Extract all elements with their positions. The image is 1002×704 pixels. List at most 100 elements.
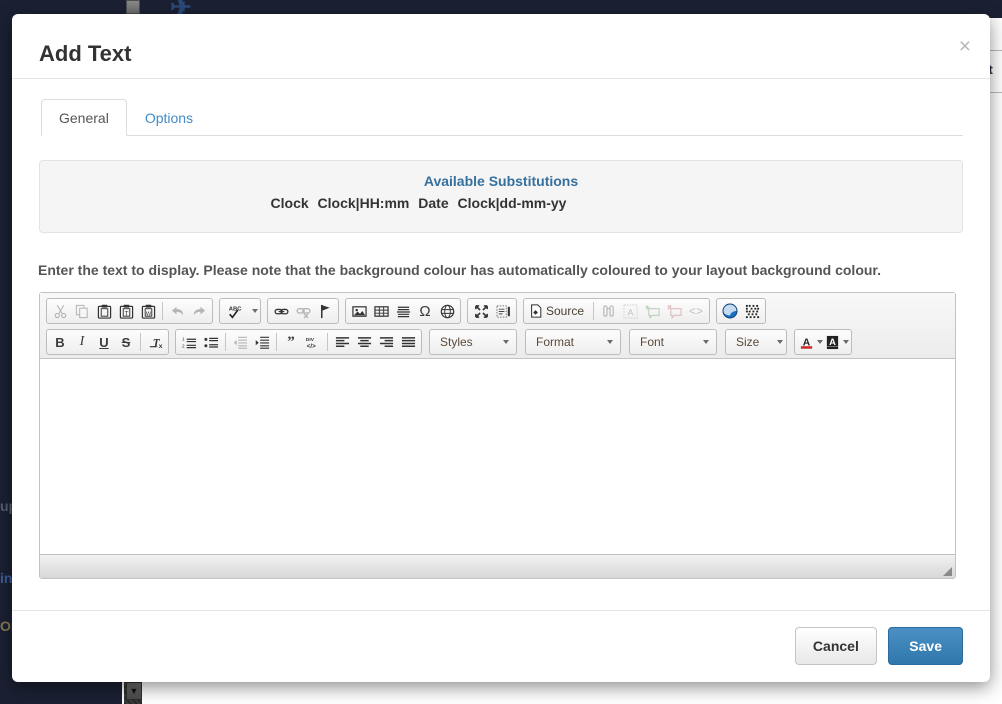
editor-content-area[interactable] [40, 359, 955, 554]
source-button[interactable]: ◆ Source [526, 300, 590, 322]
substitution-item[interactable]: Clock|dd-mm-yy [458, 195, 567, 211]
scroll-down-arrow-icon[interactable]: ▼ [126, 682, 142, 700]
toolbar-group-extras [716, 298, 767, 324]
paste-icon[interactable] [93, 300, 115, 322]
font-dropdown[interactable]: Font [629, 329, 717, 355]
paste-text-icon[interactable]: T [115, 300, 137, 322]
chevron-down-icon [503, 340, 509, 344]
substitution-item[interactable]: Clock|HH:mm [318, 195, 410, 211]
chevron-down-icon[interactable] [843, 340, 849, 344]
undo-icon[interactable] [166, 300, 188, 322]
substitution-item[interactable]: Clock [271, 195, 309, 211]
show-blocks-icon[interactable] [492, 300, 514, 322]
editor-toolbar-row-1: T W ABC Ω ◆ Source A <> [43, 297, 952, 325]
numbered-list-icon[interactable]: 12 [178, 331, 200, 353]
remove-format-icon[interactable]: Tx [144, 331, 166, 353]
modal-body: General Options Available Substitutions … [12, 79, 990, 609]
size-dropdown[interactable]: Size [725, 329, 787, 355]
bulleted-list-icon[interactable] [200, 331, 222, 353]
svg-text:2: 2 [182, 343, 185, 348]
align-right-icon[interactable] [375, 331, 397, 353]
help-text: Enter the text to display. Please note t… [38, 262, 881, 278]
anchor-icon[interactable] [314, 300, 336, 322]
svg-text:x: x [158, 343, 162, 350]
toolbar-group-tools [467, 298, 517, 324]
find-icon[interactable] [597, 300, 619, 322]
svg-text:1: 1 [182, 336, 185, 341]
svg-text:A: A [627, 307, 633, 317]
editor-resize-handle[interactable] [943, 567, 952, 576]
align-left-icon[interactable] [331, 331, 353, 353]
bg-color-icon[interactable]: A [823, 331, 841, 353]
cancel-button[interactable]: Cancel [794, 627, 877, 665]
special-char-icon[interactable]: Ω [414, 300, 436, 322]
svg-text:W: W [145, 311, 151, 317]
modal-footer: Cancel Save [12, 610, 990, 682]
editor-toolbar-row-2: B I U S Tx 12 ” DIV </> Styles Format Fo… [43, 328, 952, 356]
table-icon[interactable] [370, 300, 392, 322]
redo-icon[interactable] [188, 300, 210, 322]
toolbar-group-paragraph: 12 ” DIV </> [175, 329, 422, 355]
iframe-icon[interactable] [436, 300, 458, 322]
font-dropdown-label: Font [640, 335, 665, 349]
spellcheck-icon[interactable]: ABC [222, 300, 250, 322]
strike-icon[interactable]: S [115, 331, 137, 353]
toolbar-group-colors: A A [794, 329, 852, 355]
toolbar-separator [140, 333, 141, 351]
underline-icon[interactable]: U [93, 331, 115, 353]
styles-dropdown-label: Styles [440, 335, 473, 349]
substitutions-title: Available Substitutions [423, 173, 579, 189]
editor-status-bar [40, 554, 955, 578]
chevron-down-icon[interactable] [252, 309, 258, 313]
remove-comment-icon[interactable] [663, 300, 685, 322]
indent-icon[interactable] [251, 331, 273, 353]
tab-options[interactable]: Options [127, 99, 211, 136]
globe-icon[interactable] [719, 300, 741, 322]
align-justify-icon[interactable] [397, 331, 419, 353]
styles-dropdown[interactable]: Styles [429, 329, 517, 355]
paste-word-icon[interactable]: W [137, 300, 159, 322]
format-dropdown[interactable]: Format [525, 329, 621, 355]
div-container-icon[interactable]: DIV </> [302, 331, 324, 353]
chevron-down-icon [607, 340, 613, 344]
substitution-item[interactable]: Date [418, 195, 448, 211]
link-icon[interactable] [270, 300, 292, 322]
toolbar-group-document: ◆ Source A <> [523, 298, 711, 324]
available-substitutions-panel: Available Substitutions Clock Clock|HH:m… [39, 160, 963, 233]
add-comment-icon[interactable] [641, 300, 663, 322]
text-color-icon[interactable]: A [797, 331, 815, 353]
maximize-icon[interactable] [470, 300, 492, 322]
image-icon[interactable] [348, 300, 370, 322]
toolbar-group-clipboard: T W [46, 298, 213, 324]
editor-toolbar: T W ABC Ω ◆ Source A <> B I U S T x 1 2 … [40, 293, 955, 359]
toolbar-separator [327, 333, 328, 351]
code-icon[interactable]: <> [685, 300, 707, 322]
svg-text:</>: </> [307, 342, 316, 349]
chevron-down-icon [777, 340, 784, 344]
svg-text:ABC: ABC [229, 306, 242, 312]
horizontal-rule-icon[interactable] [392, 300, 414, 322]
format-dropdown-label: Format [536, 335, 575, 349]
toolbar-group-insert: Ω [345, 298, 461, 324]
italic-icon[interactable]: I [71, 331, 93, 353]
outdent-icon[interactable] [229, 331, 251, 353]
svg-text:T: T [124, 310, 128, 317]
select-all-icon[interactable]: A [619, 300, 641, 322]
size-dropdown-label: Size [736, 335, 760, 349]
tab-general[interactable]: General [41, 99, 127, 136]
copy-icon[interactable] [71, 300, 93, 322]
rich-text-editor: T W ABC Ω ◆ Source A <> B I U S T x 1 2 … [39, 292, 956, 579]
substitutions-list: Clock Clock|HH:mm Date Clock|dd-mm-yy [55, 195, 947, 211]
align-center-icon[interactable] [353, 331, 375, 353]
unlink-icon[interactable] [292, 300, 314, 322]
save-button[interactable]: Save [888, 627, 963, 665]
toolbar-separator [225, 333, 226, 351]
close-icon[interactable]: × [959, 36, 971, 57]
bold-icon[interactable]: B [49, 331, 71, 353]
cut-icon[interactable] [49, 300, 71, 322]
toolbar-separator [593, 302, 595, 320]
page-title: Add Text [39, 41, 132, 66]
blockquote-icon[interactable]: ” [280, 331, 302, 353]
page-scrollbar-thumb[interactable] [126, 0, 140, 14]
qrcode-icon[interactable] [741, 300, 763, 322]
